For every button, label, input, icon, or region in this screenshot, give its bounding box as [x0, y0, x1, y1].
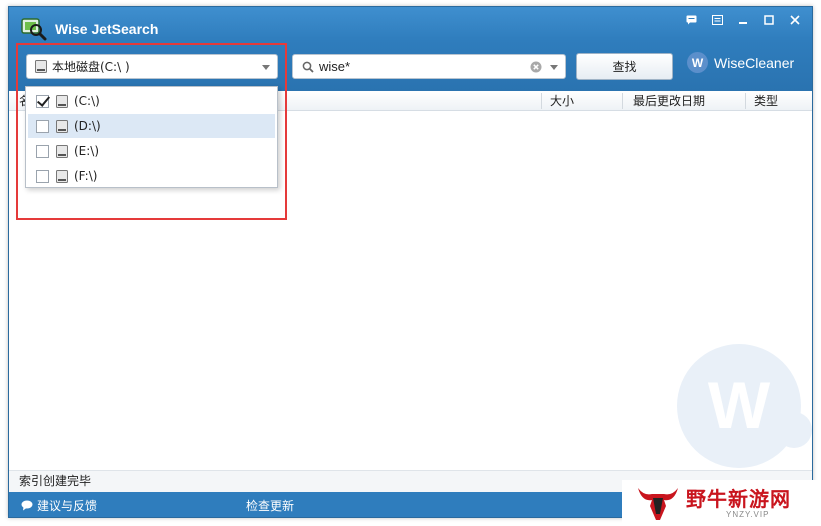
- chat-icon: [686, 15, 696, 25]
- drive-c-checkbox[interactable]: [36, 94, 49, 108]
- search-icon: [302, 61, 314, 73]
- title-bar: Wise JetSearch 本地磁盘(C:\ ) wise* 查找 W Wis…: [9, 7, 812, 91]
- minimize-icon: [739, 22, 747, 24]
- hard-drive-icon: [56, 144, 68, 158]
- speech-bubble-icon: [21, 500, 33, 511]
- wisecleaner-brand[interactable]: W WiseCleaner: [687, 52, 794, 73]
- app-title: Wise JetSearch: [55, 21, 159, 37]
- site-watermark: 野牛新游网 YNZY.VIP: [622, 480, 821, 526]
- find-button[interactable]: 查找: [576, 53, 673, 80]
- app-logo-icon: [21, 18, 47, 41]
- drive-e-checkbox[interactable]: [36, 144, 49, 158]
- chevron-down-icon: [262, 65, 270, 70]
- drive-option-label: (E:\): [74, 144, 100, 158]
- bull-logo-icon: [638, 488, 678, 520]
- wisecleaner-watermark-icon: W: [677, 344, 812, 468]
- feedback-window-button[interactable]: [680, 11, 702, 29]
- clear-search-icon[interactable]: [530, 61, 542, 73]
- hard-drive-icon: [56, 169, 68, 183]
- hard-drive-icon: [35, 60, 47, 73]
- drive-selector-label: 本地磁盘(C:\ ): [52, 60, 130, 74]
- hard-drive-icon: [56, 119, 68, 133]
- drive-f-checkbox[interactable]: [36, 169, 49, 183]
- maximize-icon: [764, 15, 774, 25]
- drive-selector[interactable]: 本地磁盘(C:\ ): [26, 54, 278, 79]
- feedback-link[interactable]: 建议与反馈: [21, 497, 97, 514]
- feedback-label: 建议与反馈: [37, 499, 98, 513]
- drive-option-d[interactable]: (D:\): [28, 114, 275, 138]
- column-type[interactable]: 类型: [746, 91, 812, 111]
- wisecleaner-logo-icon: W: [687, 52, 708, 73]
- column-modified[interactable]: 最后更改日期: [623, 91, 745, 111]
- app-window: Wise JetSearch 本地磁盘(C:\ ) wise* 查找 W Wis…: [8, 6, 813, 518]
- watermark-letter: W: [708, 368, 771, 442]
- drive-option-e[interactable]: (E:\): [28, 139, 275, 163]
- column-size[interactable]: 大小: [542, 91, 622, 111]
- minimize-button[interactable]: [732, 11, 754, 29]
- site-url: YNZY.VIP: [726, 510, 770, 519]
- drive-option-c[interactable]: (C:\): [28, 89, 275, 113]
- maximize-button[interactable]: [758, 11, 780, 29]
- close-icon: [790, 15, 800, 25]
- drive-option-f[interactable]: (F:\): [28, 164, 275, 188]
- drive-dropdown-menu: (C:\) (D:\) (E:\) (F:\): [25, 86, 278, 188]
- drive-option-label: (D:\): [74, 119, 101, 133]
- window-controls: [680, 11, 806, 29]
- brand-name: WiseCleaner: [714, 54, 795, 71]
- hard-drive-icon: [56, 94, 68, 108]
- site-name: 野牛新游网: [686, 487, 791, 511]
- menu-window-button[interactable]: [706, 11, 728, 29]
- drive-option-label: (C:\): [74, 94, 100, 108]
- search-history-chevron-icon[interactable]: [550, 65, 558, 70]
- search-box[interactable]: [292, 54, 566, 79]
- menu-icon: [711, 15, 723, 25]
- drive-d-checkbox[interactable]: [36, 119, 49, 133]
- close-button[interactable]: [784, 11, 806, 29]
- drive-option-label: (F:\): [74, 169, 98, 183]
- check-update-link[interactable]: 检查更新: [246, 497, 294, 514]
- search-input[interactable]: [319, 59, 519, 74]
